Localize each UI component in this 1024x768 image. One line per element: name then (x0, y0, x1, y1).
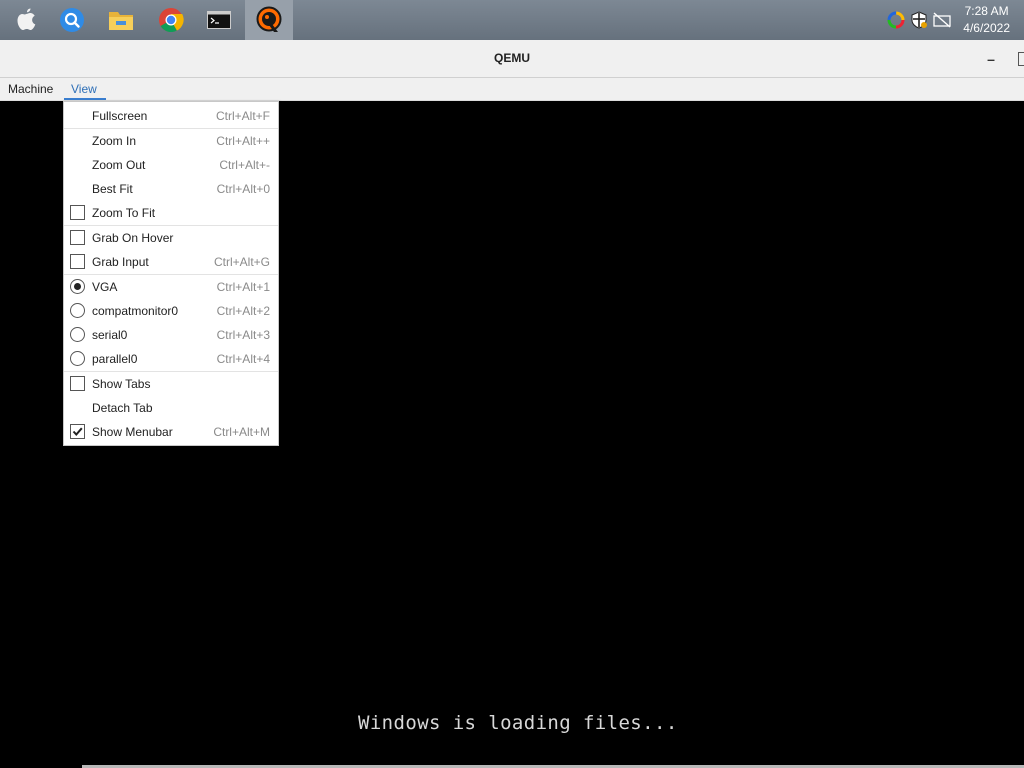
menu-item-label: VGA (92, 280, 118, 294)
menu-item-shortcut: Ctrl+Alt+- (219, 158, 270, 172)
checkbox-icon[interactable] (70, 205, 85, 220)
color-wheel-icon[interactable] (886, 10, 906, 30)
radio-icon[interactable] (70, 303, 85, 318)
menu-item-shortcut: Ctrl+Alt++ (216, 134, 270, 148)
menu-item-shortcut: Ctrl+Alt+M (213, 425, 270, 439)
menu-item-label: Zoom Out (92, 158, 146, 172)
radio-icon[interactable] (70, 351, 85, 366)
radio-selected-icon[interactable] (70, 279, 85, 294)
menu-item-zoom-in[interactable]: Zoom In Ctrl+Alt++ (64, 129, 278, 153)
vm-loading-message: Windows is loading files... (358, 712, 678, 734)
window-titlebar[interactable]: QEMU – (0, 40, 1024, 78)
menu-item-shortcut: Ctrl+Alt+3 (216, 328, 270, 342)
menu-item-detach-tab[interactable]: Detach Tab (64, 396, 278, 420)
menu-item-shortcut: Ctrl+Alt+2 (216, 304, 270, 318)
menu-item-show-tabs[interactable]: Show Tabs (64, 372, 278, 396)
menu-item-shortcut: Ctrl+Alt+1 (216, 280, 270, 294)
window-title: QEMU (494, 51, 530, 65)
menu-item-vga[interactable]: VGA Ctrl+Alt+1 (64, 275, 278, 299)
maximize-button[interactable] (1018, 52, 1024, 66)
menu-item-serial0[interactable]: serial0 Ctrl+Alt+3 (64, 323, 278, 347)
menu-machine[interactable]: Machine (8, 82, 53, 96)
apple-icon[interactable] (2, 0, 50, 40)
network-disconnected-icon[interactable] (932, 10, 952, 30)
menu-item-label: Detach Tab (92, 401, 153, 415)
menu-item-shortcut: Ctrl+Alt+F (215, 109, 270, 123)
minimize-button[interactable]: – (984, 52, 998, 66)
view-menu-dropdown: Fullscreen Ctrl+Alt+F Zoom In Ctrl+Alt++… (63, 101, 279, 446)
menu-item-show-menubar[interactable]: Show Menubar Ctrl+Alt+M (64, 420, 278, 444)
menu-item-zoom-out[interactable]: Zoom Out Ctrl+Alt+- (64, 153, 278, 177)
menu-item-label: Best Fit (92, 182, 133, 196)
menu-item-label: Show Tabs (92, 377, 151, 391)
menu-item-label: Zoom To Fit (92, 206, 156, 220)
menu-item-shortcut: Ctrl+Alt+0 (216, 182, 270, 196)
menu-item-label: Fullscreen (92, 109, 148, 123)
menu-item-label: Grab Input (92, 255, 149, 269)
checkbox-icon[interactable] (70, 254, 85, 269)
menu-item-fullscreen[interactable]: Fullscreen Ctrl+Alt+F (64, 104, 278, 128)
search-icon[interactable] (48, 0, 96, 40)
taskbar: 7:28 AM 4/6/2022 (0, 0, 1024, 40)
chrome-icon[interactable] (147, 0, 195, 40)
radio-icon[interactable] (70, 327, 85, 342)
menu-item-shortcut: Ctrl+Alt+G (213, 255, 270, 269)
file-explorer-icon[interactable] (97, 0, 145, 40)
clock[interactable]: 7:28 AM 4/6/2022 (963, 3, 1010, 37)
qemu-icon[interactable] (245, 0, 293, 40)
menu-item-parallel0[interactable]: parallel0 Ctrl+Alt+4 (64, 347, 278, 371)
checkbox-checked-icon[interactable] (70, 424, 85, 439)
menu-item-grab-input[interactable]: Grab Input Ctrl+Alt+G (64, 250, 278, 274)
menu-item-compatmonitor0[interactable]: compatmonitor0 Ctrl+Alt+2 (64, 299, 278, 323)
menu-item-label: parallel0 (92, 352, 138, 366)
menu-view-active-indicator (64, 98, 106, 100)
clock-date: 4/6/2022 (963, 21, 1010, 35)
security-shield-icon[interactable] (909, 10, 929, 30)
menu-view[interactable]: View (71, 82, 97, 96)
checkbox-icon[interactable] (70, 230, 85, 245)
menubar: Machine View (0, 78, 1024, 101)
menu-item-label: serial0 (92, 328, 128, 342)
menu-item-label: Show Menubar (92, 425, 173, 439)
clock-time: 7:28 AM (964, 4, 1009, 18)
terminal-icon[interactable] (195, 0, 243, 40)
menu-item-zoom-to-fit[interactable]: Zoom To Fit (64, 201, 278, 225)
menu-item-label: Zoom In (92, 134, 137, 148)
menu-item-grab-on-hover[interactable]: Grab On Hover (64, 226, 278, 250)
menu-item-label: Grab On Hover (92, 231, 174, 245)
menu-item-best-fit[interactable]: Best Fit Ctrl+Alt+0 (64, 177, 278, 201)
menu-item-label: compatmonitor0 (92, 304, 179, 318)
checkbox-icon[interactable] (70, 376, 85, 391)
menu-item-shortcut: Ctrl+Alt+4 (216, 352, 270, 366)
